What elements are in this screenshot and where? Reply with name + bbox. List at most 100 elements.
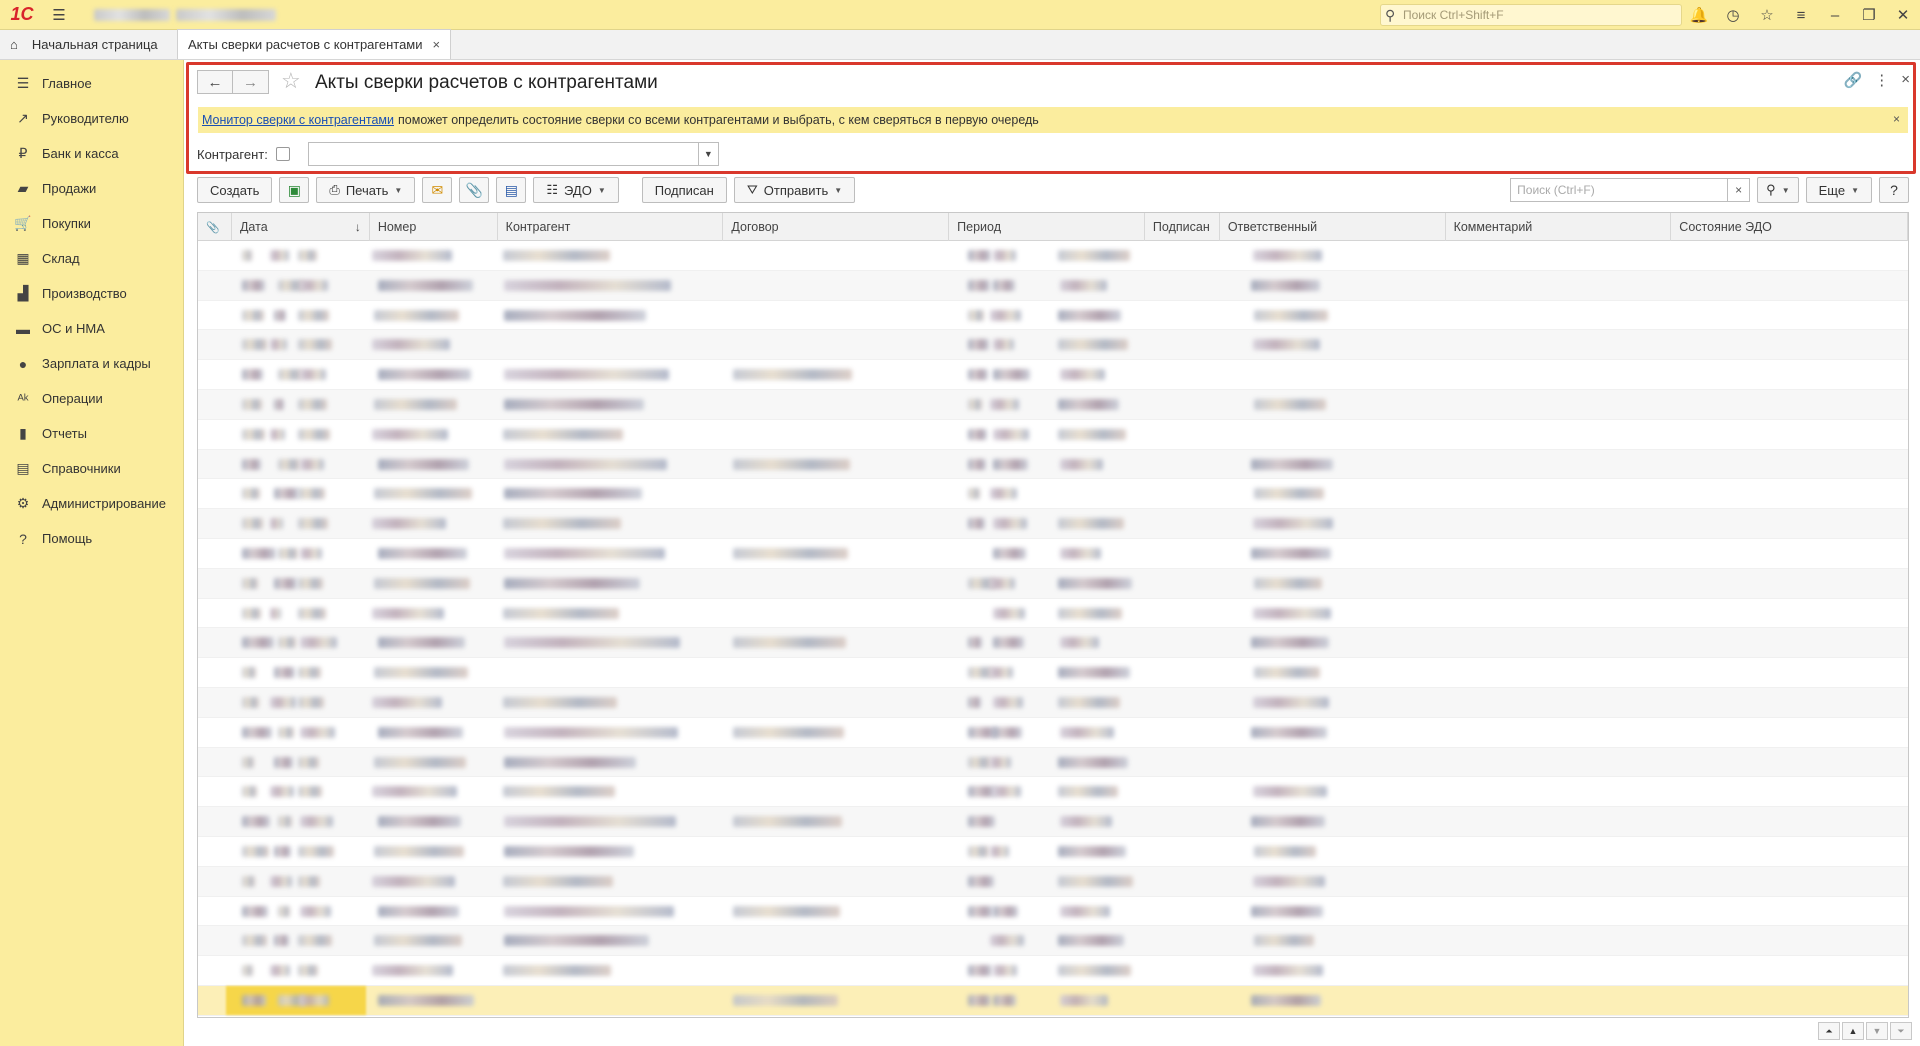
sidebar-item[interactable]: ☰ Главное [0, 66, 183, 101]
back-button[interactable]: ← [197, 70, 233, 94]
create-button[interactable]: Создать [197, 177, 273, 203]
more-button[interactable]: Еще ▼ [1805, 177, 1872, 203]
table-row[interactable] [198, 747, 1908, 778]
tab-close-icon[interactable]: × [433, 37, 441, 52]
redacted-cell-content [270, 428, 285, 440]
table-row[interactable] [198, 449, 1908, 480]
column-header[interactable]: Дата ↓ [232, 213, 370, 241]
column-header[interactable]: Комментарий [1446, 213, 1672, 241]
table-row[interactable] [198, 926, 1908, 957]
sidebar-item[interactable]: ↗ Руководителю [0, 101, 183, 136]
scroll-bottom-button[interactable]: ⏷ [1890, 1022, 1912, 1040]
table-row[interactable] [198, 599, 1908, 629]
column-header[interactable]: Номер [370, 213, 498, 241]
global-search-input[interactable]: ⚲ Поиск Ctrl+Shift+F [1380, 4, 1682, 26]
tab-home[interactable]: ⌂ Начальная страница [0, 30, 177, 59]
email-icon[interactable]: ✉ [422, 177, 453, 203]
column-header[interactable]: Ответственный [1220, 213, 1446, 241]
print-button[interactable]: ⎙ Печать ▼ [316, 177, 416, 203]
close-icon[interactable]: ✕ [1886, 0, 1920, 30]
sidebar-item[interactable]: ₽ Банк и касса [0, 136, 183, 171]
restore-icon[interactable]: ❐ [1852, 0, 1886, 30]
redacted-cell-content [1253, 607, 1331, 619]
table-row[interactable] [198, 897, 1908, 927]
table-row[interactable] [198, 539, 1908, 569]
scroll-top-button[interactable]: ⏶ [1818, 1022, 1840, 1040]
scroll-up-button[interactable]: ▲ [1842, 1022, 1864, 1040]
redacted-cell-content [1253, 250, 1322, 261]
search-options-button[interactable]: ⚲ ▼ [1757, 177, 1799, 203]
favorites-star-icon[interactable]: ☆ [1750, 0, 1784, 30]
column-header[interactable]: Контрагент [498, 213, 724, 241]
table-row[interactable] [198, 807, 1908, 837]
edo-button[interactable]: ☷ ЭДО ▼ [533, 177, 619, 203]
table-row[interactable] [198, 628, 1908, 659]
table-row[interactable] [198, 658, 1908, 688]
table-row[interactable] [198, 718, 1908, 748]
sidebar-item-label: Банк и касса [42, 146, 119, 161]
table-row[interactable] [198, 866, 1908, 897]
table-row[interactable] [198, 956, 1908, 986]
table-row[interactable] [198, 389, 1908, 420]
bell-icon[interactable]: 🔔 [1682, 0, 1716, 30]
redacted-cell-content [374, 756, 466, 768]
table-row[interactable] [198, 360, 1908, 390]
form-close-icon[interactable]: × [1901, 71, 1910, 89]
counterparty-field[interactable]: ▼ [307, 142, 719, 166]
table-row[interactable] [198, 241, 1908, 271]
sidebar-item[interactable]: ▦ Склад [0, 241, 183, 276]
settings-list-icon[interactable]: ≡ [1784, 0, 1818, 30]
table-row[interactable] [198, 568, 1908, 599]
sidebar-item[interactable]: ▰ Продажи [0, 171, 183, 206]
hamburger-icon[interactable]: ☰ [44, 0, 74, 30]
favorite-star-icon[interactable]: ☆ [281, 68, 301, 94]
redacted-cell-content [242, 369, 263, 381]
signed-button[interactable]: Подписан [641, 177, 727, 203]
column-header[interactable]: Подписан [1145, 213, 1220, 241]
tab-reconciliation-acts[interactable]: Акты сверки расчетов с контрагентами × [177, 29, 452, 59]
redacted-cell-content [242, 458, 261, 470]
search-clear-icon[interactable]: × [1727, 179, 1749, 201]
table-row[interactable] [198, 330, 1908, 361]
table-row[interactable] [198, 509, 1908, 539]
column-header[interactable]: Договор [723, 213, 950, 241]
scroll-down-button[interactable]: ▼ [1866, 1022, 1888, 1040]
monitor-link[interactable]: Монитор сверки с контрагентами [202, 113, 394, 127]
table-row[interactable] [198, 777, 1908, 808]
help-button[interactable]: ? [1879, 177, 1909, 203]
sidebar-item[interactable]: ᴬᵏ Операции [0, 381, 183, 416]
info-close-icon[interactable]: × [1893, 112, 1900, 126]
more-vertical-icon[interactable]: ⋮ [1874, 71, 1889, 89]
chevron-down-icon[interactable]: ▼ [697, 143, 718, 165]
redacted-cell-content [298, 696, 324, 708]
paperclip-icon[interactable]: 📎 [459, 177, 490, 203]
sidebar-item[interactable]: ⚙ Администрирование [0, 486, 183, 521]
table-row[interactable] [198, 301, 1908, 331]
table-row[interactable] [198, 270, 1908, 301]
list-search-input[interactable]: Поиск (Ctrl+F) × [1510, 178, 1751, 202]
table-row[interactable] [198, 420, 1908, 450]
table-row[interactable] [198, 479, 1908, 510]
table-row[interactable] [198, 837, 1908, 867]
copy-document-icon[interactable]: ▣ [279, 177, 310, 203]
attachment-column-header[interactable]: 📎 [198, 213, 232, 241]
table-row[interactable] [198, 687, 1908, 718]
column-header[interactable]: Период [949, 213, 1145, 241]
sidebar-item[interactable]: ▟ Производство [0, 276, 183, 311]
column-header[interactable]: Состояние ЭДО [1671, 213, 1908, 241]
link-icon[interactable]: 🔗 [1844, 71, 1863, 89]
sidebar-item[interactable]: 🛒 Покупки [0, 206, 183, 241]
sidebar-item[interactable]: ▤ Справочники [0, 451, 183, 486]
forward-button[interactable]: → [233, 70, 269, 94]
sidebar-item[interactable]: ▬ ОС и НМА [0, 311, 183, 346]
sidebar-item[interactable]: ● Зарплата и кадры [0, 346, 183, 381]
history-icon[interactable]: ◷ [1716, 0, 1750, 30]
redacted-cell-content [1251, 279, 1320, 291]
minimize-icon[interactable]: – [1818, 0, 1852, 30]
table-row[interactable] [198, 985, 1908, 1016]
send-button[interactable]: ⛛ Отправить ▼ [733, 177, 856, 203]
sidebar-item[interactable]: ? Помощь [0, 521, 183, 556]
counterparty-filter-checkbox[interactable] [275, 147, 290, 161]
structure-icon[interactable]: ▤ [496, 177, 527, 203]
sidebar-item[interactable]: ▮ Отчеты [0, 416, 183, 451]
